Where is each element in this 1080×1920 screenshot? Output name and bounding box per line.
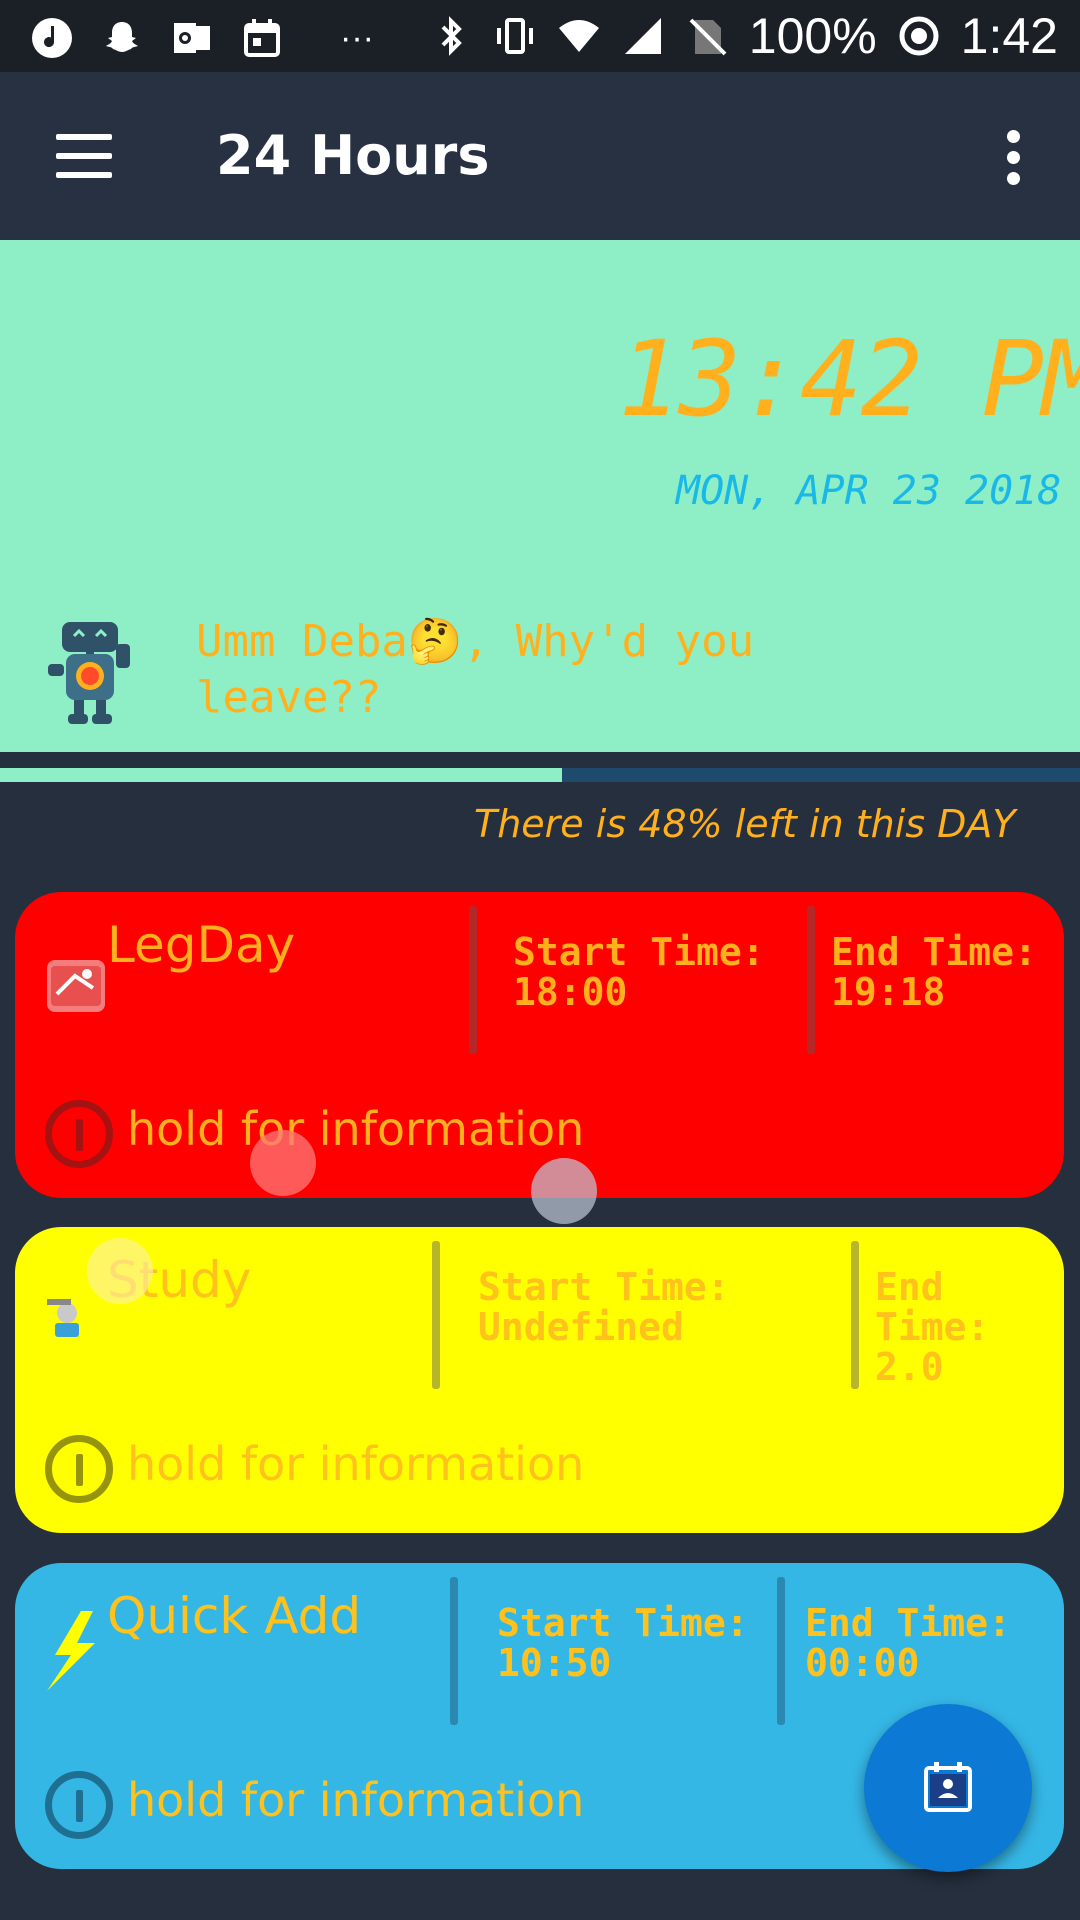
clock-panel: 13:42 PM MON, APR 23 2018 Umm Deba🤔, Why…: [0, 240, 1080, 752]
start-time: Start Time: Undefined: [478, 1267, 748, 1347]
bluetooth-icon: [429, 14, 473, 58]
end-time-value: 2.0: [875, 1345, 944, 1389]
task-name: LegDay: [107, 916, 296, 974]
touch-indicator: [87, 1238, 153, 1304]
calendar-icon: [240, 16, 284, 60]
column-divider: [777, 1577, 785, 1725]
touch-indicator: [250, 1130, 316, 1196]
end-time: End Time: 19:18: [831, 932, 1064, 1012]
start-time-label: Start Time:: [478, 1265, 730, 1309]
outlook-icon: [170, 16, 214, 60]
touch-indicator: [531, 1158, 597, 1224]
start-time: Start Time: 18:00: [513, 932, 783, 1012]
task-name: Quick Add: [107, 1587, 362, 1645]
current-date: MON, APR 23 2018: [676, 468, 1062, 514]
end-time-value: 19:18: [831, 970, 946, 1014]
end-time: End Time: 00:00: [805, 1603, 1064, 1683]
day-progress-fill: [0, 768, 562, 782]
day-progress-bar: [0, 768, 1080, 782]
mascot-message-part1: Umm Deba: [196, 616, 408, 667]
task-card-study[interactable]: Study Start Time: Undefined End Time: 2.…: [15, 1227, 1064, 1533]
day-remaining-text: There is 48% left in this DAY: [474, 802, 1016, 846]
app-bar: 24 Hours: [0, 72, 1080, 240]
start-time-value: 10:50: [497, 1641, 612, 1685]
start-time-value: Undefined: [478, 1305, 684, 1349]
column-divider: [432, 1241, 440, 1389]
mascot-message: Umm Deba🤔, Why'd you leave??: [196, 614, 816, 726]
column-divider: [807, 906, 815, 1054]
robot-mascot-icon[interactable]: [40, 618, 140, 728]
start-time-label: Start Time:: [497, 1601, 749, 1645]
thinking-face-emoji: 🤔: [407, 616, 463, 667]
vibrate-icon: [493, 14, 537, 58]
no-sim-icon: [685, 14, 729, 58]
sync-icon: [897, 14, 941, 58]
signal-icon: [621, 14, 665, 58]
snapchat-icon: [100, 16, 144, 60]
end-time-label-2: Time:: [875, 1305, 990, 1349]
music-note-icon: [30, 16, 74, 60]
info-icon: [45, 1100, 113, 1168]
add-event-fab[interactable]: [864, 1704, 1032, 1872]
wifi-icon: [557, 14, 601, 58]
column-divider: [469, 906, 477, 1054]
end-time-value: 00:00: [805, 1641, 920, 1685]
start-time-value: 18:00: [513, 970, 628, 1014]
more-notifications-indicator: ···: [340, 19, 374, 57]
column-divider: [450, 1577, 458, 1725]
hold-for-information-text: hold for information: [127, 1102, 585, 1156]
end-time: End Time: 2.0: [875, 1267, 1045, 1387]
app-title: 24 Hours: [216, 124, 490, 187]
info-icon: [45, 1771, 113, 1839]
contact-calendar-icon: [924, 1762, 972, 1812]
end-time-label: End Time:: [805, 1601, 1011, 1645]
end-time-label-1: End: [875, 1265, 944, 1309]
current-time: 13:42 PM: [618, 318, 1080, 440]
task-card-legday[interactable]: LegDay Start Time: 18:00 End Time: 19:18…: [15, 892, 1064, 1198]
status-time: 1:42: [960, 8, 1058, 64]
column-divider: [851, 1241, 859, 1389]
status-bar: ··· 100% 1:42: [0, 0, 1080, 72]
info-icon: [45, 1435, 113, 1503]
start-time-label: Start Time:: [513, 930, 765, 974]
hamburger-menu-icon[interactable]: [56, 134, 112, 178]
end-time-label: End Time:: [831, 930, 1037, 974]
hold-for-information-text: hold for information: [127, 1437, 585, 1491]
more-vert-icon[interactable]: [1000, 130, 1028, 186]
hold-for-information-text: hold for information: [127, 1773, 585, 1827]
start-time: Start Time: 10:50: [497, 1603, 767, 1683]
battery-percent: 100%: [748, 8, 877, 64]
